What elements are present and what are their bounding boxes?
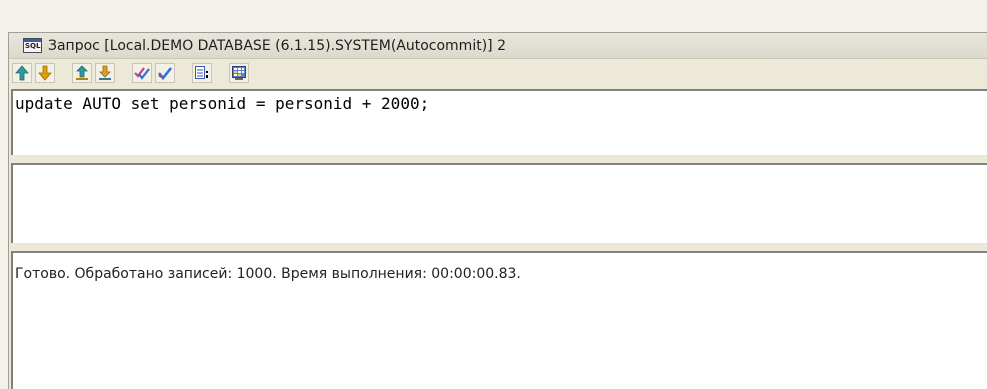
sql-editor[interactable]: update AUTO set personid = personid + 20… xyxy=(11,89,987,155)
sql-editor-text[interactable]: update AUTO set personid = personid + 20… xyxy=(13,91,987,116)
grid-computer-icon xyxy=(232,66,246,80)
query-window: SQL Запрос [Local.DEMO DATABASE (6.1.15)… xyxy=(8,32,987,389)
commit-button[interactable] xyxy=(132,63,152,83)
window-title: Запрос [Local.DEMO DATABASE (6.1.15).SYS… xyxy=(48,37,506,54)
window-titlebar: SQL Запрос [Local.DEMO DATABASE (6.1.15)… xyxy=(9,33,987,59)
toolbar xyxy=(9,59,987,87)
arrow-down-underline-icon xyxy=(99,65,111,80)
arrow-up-icon xyxy=(15,65,29,81)
check-icon xyxy=(157,67,173,81)
results-pane[interactable] xyxy=(11,163,987,243)
prev-query-button[interactable] xyxy=(72,63,92,83)
status-pane: Готово. Обработано записей: 1000. Время … xyxy=(11,251,987,389)
next-record-button[interactable] xyxy=(35,63,55,83)
document-icon xyxy=(195,66,208,79)
execute-button[interactable] xyxy=(155,63,175,83)
editor-splitter[interactable] xyxy=(9,155,987,162)
arrow-down-icon xyxy=(38,65,52,81)
next-query-button[interactable] xyxy=(95,63,115,83)
sql-icon: SQL xyxy=(23,38,42,53)
results-splitter[interactable] xyxy=(9,243,987,250)
status-message: Готово. Обработано записей: 1000. Время … xyxy=(15,266,521,282)
arrow-up-underline-icon xyxy=(76,65,88,80)
explain-plan-button[interactable] xyxy=(229,63,249,83)
output-button[interactable] xyxy=(192,63,212,83)
double-check-icon xyxy=(134,67,150,80)
first-record-button[interactable] xyxy=(12,63,32,83)
